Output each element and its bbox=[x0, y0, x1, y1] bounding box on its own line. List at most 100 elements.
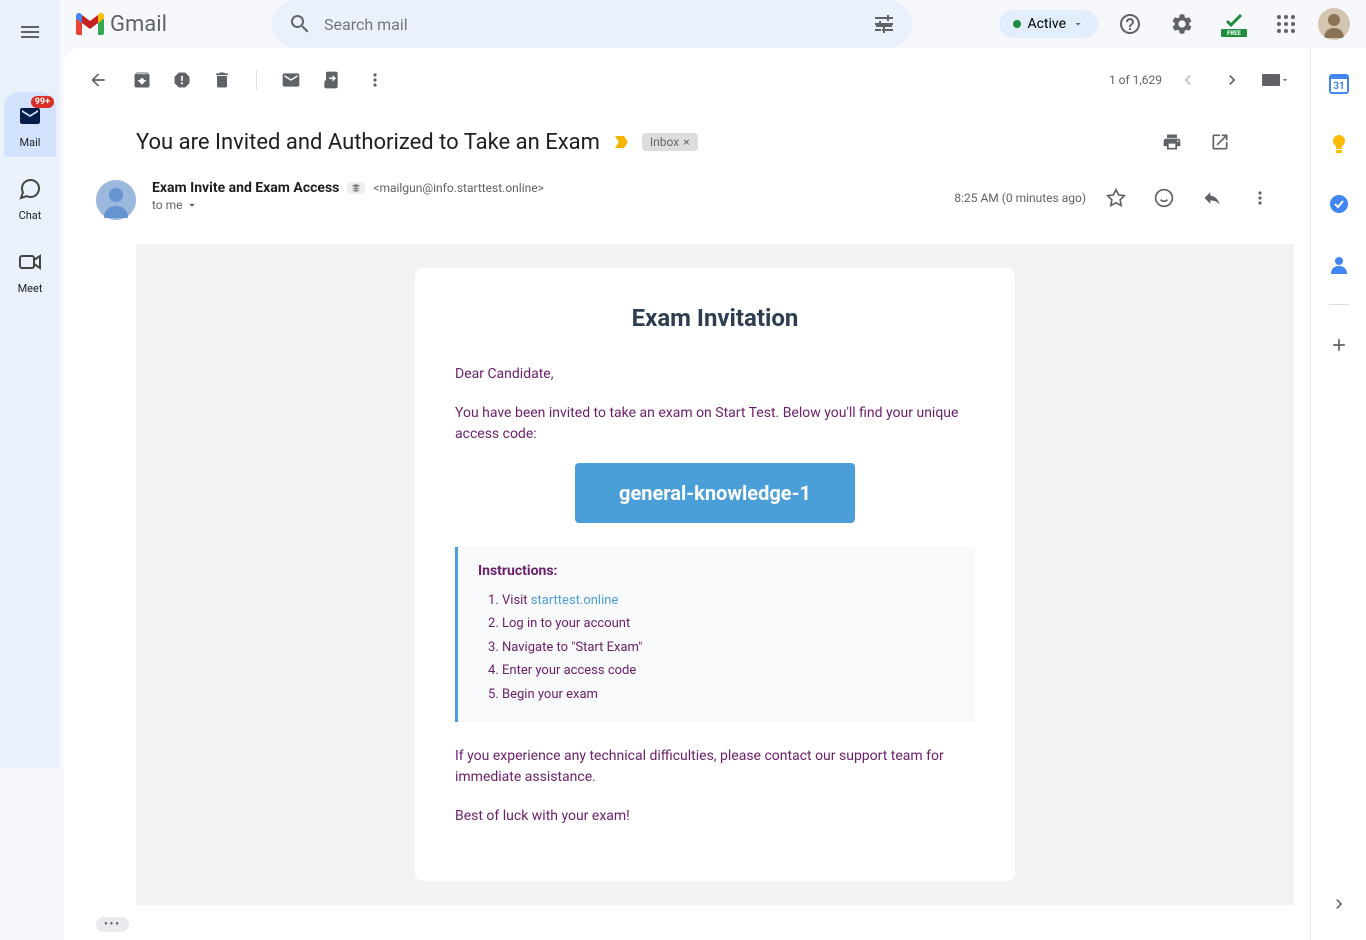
chat-icon bbox=[18, 177, 42, 201]
side-panel: 31 bbox=[1310, 48, 1366, 940]
plus-icon bbox=[1329, 335, 1349, 355]
via-badge[interactable] bbox=[347, 182, 365, 194]
back-button[interactable] bbox=[80, 62, 116, 98]
sender-avatar[interactable] bbox=[96, 180, 136, 220]
step-4: Enter your access code bbox=[502, 659, 955, 682]
spam-button[interactable] bbox=[164, 62, 200, 98]
tasks-app[interactable] bbox=[1319, 184, 1359, 224]
contacts-app[interactable] bbox=[1319, 244, 1359, 284]
status-label: Active bbox=[1027, 16, 1066, 32]
account-avatar[interactable] bbox=[1318, 8, 1350, 40]
keep-app[interactable] bbox=[1319, 124, 1359, 164]
instructions-box: Instructions: Visit starttest.online Log… bbox=[455, 547, 975, 722]
sender-email: <mailgun@info.starttest.online> bbox=[373, 181, 544, 195]
more-sender-button[interactable] bbox=[1242, 180, 1278, 216]
email-subject: You are Invited and Authorized to Take a… bbox=[136, 130, 600, 155]
calendar-app[interactable]: 31 bbox=[1319, 64, 1359, 104]
checkmark-badge-icon: FREE bbox=[1221, 11, 1247, 37]
apps-button[interactable] bbox=[1266, 4, 1306, 44]
chevron-right-icon bbox=[1222, 70, 1242, 90]
folder-move-icon bbox=[321, 70, 341, 90]
sender-name: Exam Invite and Exam Access bbox=[152, 180, 339, 196]
support-text: If you experience any technical difficul… bbox=[455, 746, 975, 788]
meet-icon bbox=[18, 250, 42, 274]
mail-unread-icon bbox=[281, 70, 301, 90]
emoji-icon bbox=[1154, 188, 1174, 208]
prev-button[interactable] bbox=[1170, 62, 1206, 98]
header: Gmail Active FREE bbox=[60, 0, 1366, 48]
settings-button[interactable] bbox=[1162, 4, 1202, 44]
content: 1 of 1,629 You are Invited and Authorize… bbox=[64, 48, 1366, 940]
access-code: general-knowledge-1 bbox=[575, 463, 855, 523]
svg-text:31: 31 bbox=[1333, 81, 1344, 92]
star-icon bbox=[1106, 188, 1126, 208]
status-chip[interactable]: Active bbox=[999, 10, 1098, 38]
search-bar[interactable] bbox=[272, 0, 912, 48]
closing-text: Best of luck with your exam! bbox=[455, 806, 975, 827]
active-dot-icon bbox=[1013, 20, 1021, 28]
main-column: Gmail Active FREE bbox=[60, 0, 1366, 768]
important-marker-icon[interactable] bbox=[612, 133, 630, 151]
tasks-icon bbox=[1329, 194, 1349, 214]
keep-icon bbox=[1329, 134, 1349, 154]
emoji-button[interactable] bbox=[1146, 180, 1182, 216]
collapse-panel-button[interactable] bbox=[1319, 884, 1359, 924]
mark-unread-button[interactable] bbox=[273, 62, 309, 98]
to-dropdown[interactable]: to me bbox=[152, 198, 938, 212]
free-badge-button[interactable]: FREE bbox=[1214, 4, 1254, 44]
support-button[interactable] bbox=[1110, 4, 1150, 44]
reply-button[interactable] bbox=[1194, 180, 1230, 216]
delete-button[interactable] bbox=[204, 62, 240, 98]
chip-remove-icon[interactable]: × bbox=[683, 135, 689, 149]
mail-badge: 99+ bbox=[31, 96, 54, 108]
show-trimmed-button[interactable]: ••• bbox=[96, 917, 129, 932]
nav-mail[interactable]: 99+ Mail bbox=[4, 92, 56, 157]
gmail-logo-text: Gmail bbox=[110, 12, 167, 37]
pagination-label: 1 of 1,629 bbox=[1109, 73, 1162, 87]
gear-icon bbox=[1170, 12, 1194, 36]
print-button[interactable] bbox=[1154, 124, 1190, 160]
main-menu-button[interactable] bbox=[10, 12, 50, 52]
star-button[interactable] bbox=[1098, 180, 1134, 216]
archive-button[interactable] bbox=[124, 62, 160, 98]
nav-chat-label: Chat bbox=[19, 209, 42, 222]
step-3: Navigate to "Start Exam" bbox=[502, 636, 955, 659]
keyboard-icon bbox=[1262, 74, 1280, 86]
nav-meet[interactable]: Meet bbox=[4, 238, 56, 303]
email-body: Exam Invitation Dear Candidate, You have… bbox=[136, 244, 1294, 905]
inbox-chip[interactable]: Inbox × bbox=[642, 133, 698, 151]
body-title: Exam Invitation bbox=[455, 304, 975, 332]
gmail-logo-icon bbox=[76, 13, 104, 35]
input-tools-button[interactable] bbox=[1258, 62, 1294, 98]
person-icon bbox=[96, 180, 136, 220]
search-icon bbox=[288, 12, 312, 36]
move-to-button[interactable] bbox=[313, 62, 349, 98]
nav-chat[interactable]: Chat bbox=[4, 165, 56, 230]
dropdown-icon bbox=[185, 198, 199, 212]
reply-icon bbox=[1202, 188, 1222, 208]
logo-area[interactable]: Gmail bbox=[76, 12, 256, 37]
open-new-button[interactable] bbox=[1202, 124, 1238, 160]
starttest-link[interactable]: starttest.online bbox=[531, 593, 619, 608]
open-in-new-icon bbox=[1210, 132, 1230, 152]
more-button[interactable] bbox=[357, 62, 393, 98]
step-1: Visit starttest.online bbox=[502, 589, 955, 612]
search-options-icon[interactable] bbox=[872, 12, 896, 36]
nav-rail: 99+ Mail Chat Meet bbox=[0, 0, 60, 768]
intro-text: You have been invited to take an exam on… bbox=[455, 403, 975, 445]
contacts-icon bbox=[1329, 254, 1349, 274]
chevron-down-icon bbox=[1072, 18, 1084, 30]
email-header: You are Invited and Authorized to Take a… bbox=[64, 104, 1310, 228]
instructions-title: Instructions: bbox=[478, 563, 955, 579]
trash-icon bbox=[212, 70, 232, 90]
search-input[interactable] bbox=[324, 15, 860, 34]
chevron-right-icon bbox=[1329, 894, 1349, 914]
timestamp: 8:25 AM (0 minutes ago) bbox=[954, 191, 1086, 205]
archive-icon bbox=[132, 70, 152, 90]
print-icon bbox=[1162, 132, 1182, 152]
next-button[interactable] bbox=[1214, 62, 1250, 98]
step-5: Begin your exam bbox=[502, 683, 955, 706]
add-app-button[interactable] bbox=[1319, 325, 1359, 365]
calendar-icon: 31 bbox=[1329, 74, 1349, 94]
hamburger-icon bbox=[18, 20, 42, 44]
